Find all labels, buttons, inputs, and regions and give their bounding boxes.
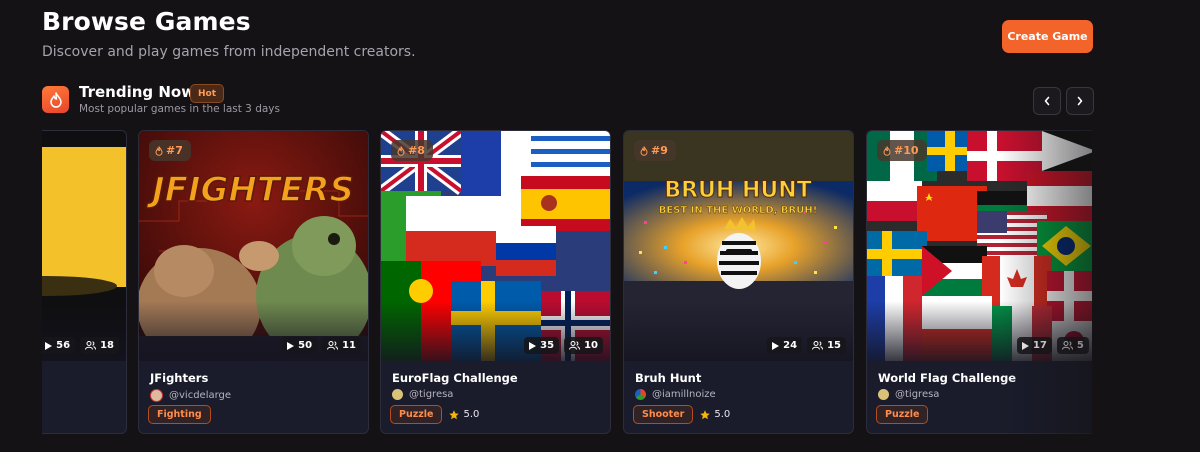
author-handle: @tigresa [409,389,454,400]
game-title[interactable]: EuroFlag Challenge [392,371,518,385]
game-thumbnail: #10 17 5 [867,131,1092,361]
players-count: 11 [342,340,356,351]
author-handle: @iamillnoize [652,389,716,400]
hot-badge: Hot [190,84,225,103]
carousel-prev-button[interactable] [1033,87,1061,115]
game-author[interactable]: @iamillnoize [635,389,716,400]
game-title[interactable]: Bruh Hunt [635,371,701,385]
chevron-right-icon [1077,96,1083,106]
players-count: 10 [584,340,598,351]
avatar [635,389,646,400]
section-subtitle: Most popular games in the last 3 days [79,103,280,115]
avatar [392,389,403,400]
users-icon [327,341,339,350]
plays-count: 56 [56,340,71,351]
author-handle: @vicdelarge [169,390,232,401]
players-count: 5 [1076,340,1084,351]
rating-value: 5.0 [714,409,731,420]
game-thumbnail: 56 18 [42,131,126,361]
card-stats: 35 10 [524,337,603,354]
game-card[interactable]: #10 17 5 World Flag Challenge @tigresa P… [866,130,1092,434]
create-game-button[interactable]: Create Game [1002,20,1093,53]
page-title: Browse Games [42,7,251,36]
play-icon [529,341,537,350]
author-handle: @tigresa [895,389,940,400]
flame-icon [155,145,163,156]
game-card[interactable]: BRUH HUNT BEST IN THE WORLD, BRUH! #9 24… [623,130,854,434]
genre-tag[interactable]: Puzzle [876,405,929,424]
game-thumbnail: BRUH HUNT BEST IN THE WORLD, BRUH! #9 24… [624,131,853,361]
plays-count: 50 [298,340,313,351]
rank-number: #7 [166,144,183,157]
play-icon [772,341,780,350]
card-stats: 17 5 [1017,337,1089,354]
bruh-hunt-tagline: BEST IN THE WORLD, BRUH! [659,205,818,216]
rating: 5.0 [700,409,730,420]
carousel-next-button[interactable] [1066,87,1094,115]
avatar [150,389,163,402]
rank-badge: #8 [391,140,433,161]
chevron-left-icon [1044,96,1050,106]
players-count: 18 [100,340,114,351]
game-card[interactable]: #8 35 10 EuroFlag Challenge @tigresa Puz… [380,130,611,434]
flame-icon [640,145,648,156]
page-subtitle: Discover and play games from independent… [42,44,416,60]
game-card[interactable]: JFIGHTERS #7 50 11 JFighters @vicdelarge… [138,130,369,434]
flame-icon [42,86,69,113]
trending-carousel[interactable]: 56 18 JFIGHTERS #7 50 11 JFighters @vicd… [42,130,1092,434]
genre-tag[interactable]: Fighting [148,405,211,424]
rating: 5.0 [449,409,479,420]
jfighters-logo: JFIGHTERS [146,170,354,210]
rating-value: 5.0 [463,409,480,420]
rank-badge: #9 [634,140,676,161]
play-icon [287,341,295,350]
rank-badge: #7 [149,140,191,161]
rank-number: #9 [651,144,668,157]
users-icon [1061,341,1073,350]
game-thumbnail: JFIGHTERS #7 50 11 [139,131,368,361]
plays-count: 35 [540,340,555,351]
game-author[interactable]: @vicdelarge [150,389,231,402]
play-icon [1022,341,1029,350]
card-stats: 50 11 [282,337,361,354]
game-title[interactable]: World Flag Challenge [878,371,1016,385]
bruh-hunt-logo: BRUH HUNT [664,178,811,203]
plays-count: 17 [1033,340,1047,351]
users-icon [85,341,97,350]
star-icon [449,409,460,419]
users-icon [812,341,824,350]
players-count: 15 [827,340,841,351]
genre-tag[interactable]: Puzzle [390,405,443,424]
users-icon [569,341,581,350]
game-author[interactable]: @tigresa [878,389,939,400]
rank-number: #10 [894,144,919,157]
section-title: Trending Now [79,83,196,101]
game-card[interactable]: 56 18 [42,130,127,434]
flame-icon [397,145,405,156]
rank-badge: #10 [877,140,927,161]
avatar [878,389,889,400]
play-icon [45,341,53,350]
rank-number: #8 [408,144,425,157]
game-author[interactable]: @tigresa [392,389,453,400]
card-stats: 56 18 [42,337,119,354]
game-thumbnail: #8 35 10 [381,131,610,361]
genre-tag[interactable]: Shooter [633,405,694,424]
flame-icon [883,145,891,156]
game-title[interactable]: JFighters [150,371,208,385]
plays-count: 24 [783,340,798,351]
star-icon [700,409,711,419]
card-stats: 24 15 [767,337,846,354]
